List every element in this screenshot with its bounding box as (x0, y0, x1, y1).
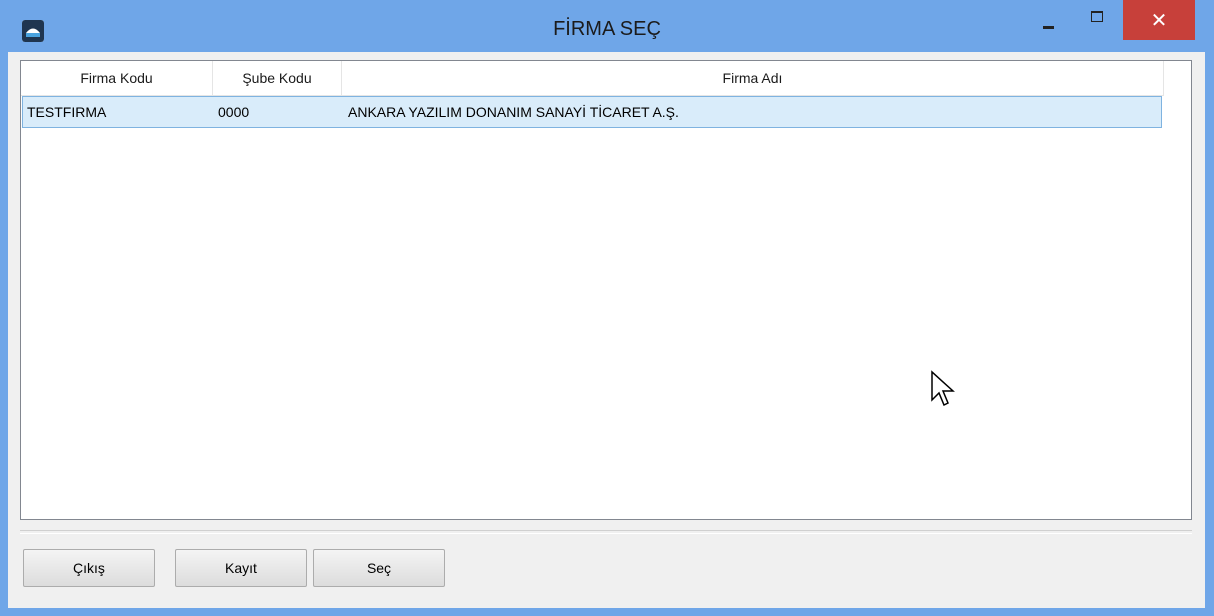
title-bar[interactable]: FİRMA SEÇ ✕ (0, 0, 1214, 52)
close-icon: ✕ (1150, 8, 1168, 32)
column-header-firma-kodu[interactable]: Firma Kodu (21, 61, 213, 95)
cell-firma-adi: ANKARA YAZILIM DONANIM SANAYİ TİCARET A.… (348, 104, 679, 120)
close-button[interactable]: ✕ (1123, 0, 1195, 40)
minimize-icon[interactable] (1028, 0, 1074, 42)
company-grid[interactable]: Firma Kodu Şube Kodu Firma Adı TESTFIRMA… (20, 60, 1192, 520)
cell-sube-kodu: 0000 (218, 104, 250, 120)
maximize-icon[interactable] (1076, 0, 1122, 42)
firma-sec-window: FİRMA SEÇ ✕ Firma Kodu Şube Kodu Firma A… (0, 0, 1214, 616)
exit-button[interactable]: Çıkış (23, 549, 155, 587)
column-header-firma-adi[interactable]: Firma Adı (342, 61, 1164, 95)
separator (20, 530, 1192, 534)
grid-header: Firma Kodu Şube Kodu Firma Adı (21, 61, 1164, 96)
select-button[interactable]: Seç (313, 549, 445, 587)
record-button[interactable]: Kayıt (175, 549, 307, 587)
mouse-cursor-icon (930, 370, 956, 413)
table-row[interactable]: TESTFIRMA 0000 ANKARA YAZILIM DONANIM SA… (22, 96, 1162, 128)
column-header-sube-kodu[interactable]: Şube Kodu (213, 61, 342, 95)
cell-firma-kodu: TESTFIRMA (27, 104, 107, 120)
client-area: Firma Kodu Şube Kodu Firma Adı TESTFIRMA… (8, 52, 1205, 608)
